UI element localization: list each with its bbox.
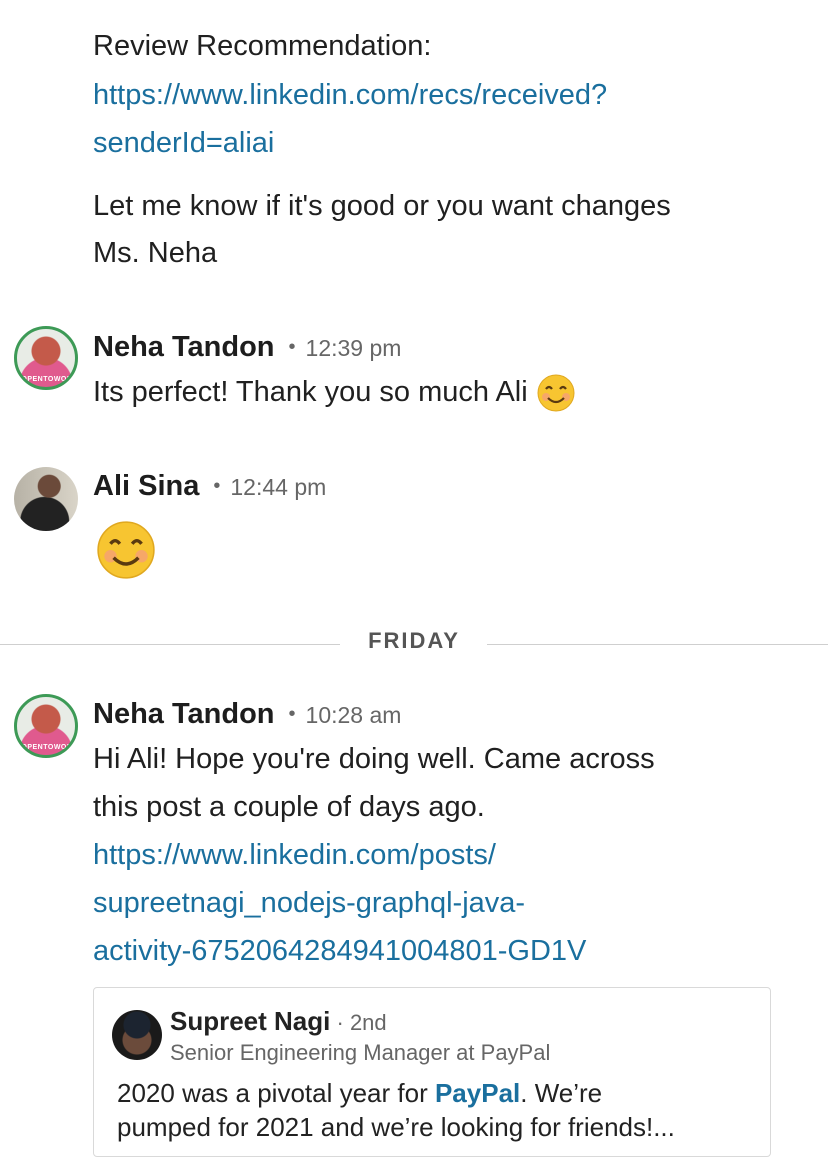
post-link-line1: https://www.linkedin.com/posts/ [93,839,496,871]
message-time: 12:39 pm [305,335,402,361]
smiling-face-emoji-icon [537,374,575,412]
recommendation-link-line2: senderId=aliai [93,127,275,159]
connection-degree: 2nd [349,1010,387,1035]
separator-dot: • [213,475,221,497]
post-link-line3: activity-6752064284941004801-GD1V [93,935,587,967]
post-link-line2: supreetnagi_nodejs-graphql-java- [93,887,526,919]
message-body: Its perfect! Thank you so much Ali [93,376,528,408]
sender-name[interactable]: Neha Tandon [93,698,275,730]
sender-name[interactable]: Neha Tandon [93,331,275,363]
separator-dot: • [288,703,296,725]
smiling-face-emoji-icon [97,521,155,579]
message-header: Ali Sina • 12:44 pm [93,470,326,503]
recommendation-link[interactable]: https://www.linkedin.com/recs/received? … [93,71,607,167]
link-preview-card[interactable]: Supreet Nagi · 2nd Senior Engineering Ma… [93,987,771,1157]
message-time: 12:44 pm [230,474,327,500]
preview-body: 2020 was a pivotal year for PayPal. We’r… [117,1076,757,1144]
preview-author-title: Senior Engineering Manager at PayPal [170,1040,551,1065]
message-text: Its perfect! Thank you so much Ali [93,368,576,416]
preview-author-name: Supreet Nagi [170,1006,331,1036]
preview-body-text: 2020 was a pivotal year for [117,1078,435,1108]
avatar-supreet-nagi [112,1010,162,1060]
separator-dot: • [288,336,296,358]
day-divider-label: FRIDAY [368,628,460,653]
message-signature: Ms. Neha [93,237,218,269]
message-text: Hi Ali! Hope you're doing well. Came acr… [93,743,655,775]
avatar-neha-tandon[interactable]: #OPENTOWORK [14,326,78,390]
preview-body-text: pumped for 2021 and we’re looking for fr… [117,1112,675,1142]
message-text: Let me know if it's good or you want cha… [93,190,671,222]
message-header: Neha Tandon • 12:39 pm [93,331,401,364]
message-text: this post a couple of days ago. [93,791,485,823]
message-time: 10:28 am [305,702,402,728]
post-link[interactable]: https://www.linkedin.com/posts/ supreetn… [93,831,586,975]
message-header: Neha Tandon • 10:28 am [93,698,401,731]
sender-name[interactable]: Ali Sina [93,470,199,502]
preview-company-mention[interactable]: PayPal [435,1078,520,1108]
divider-line-right [487,644,828,645]
preview-author: Supreet Nagi · 2nd [170,1006,387,1036]
preview-body-text: . We’re [520,1078,603,1108]
recommendation-label: Review Recommendation: [93,30,432,62]
recommendation-link-line1: https://www.linkedin.com/recs/received? [93,79,608,111]
avatar-neha-tandon[interactable]: #OPENTOWORK [14,694,78,758]
avatar-ali-sina[interactable] [14,467,78,531]
